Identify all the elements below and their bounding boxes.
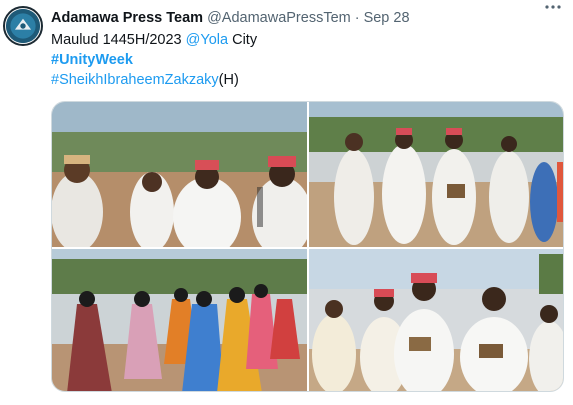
more-horizontal-icon[interactable] <box>543 0 563 17</box>
media-grid <box>51 101 564 392</box>
photo-4-image <box>309 249 563 391</box>
photo-1[interactable] <box>52 102 307 247</box>
tweet-line-2: #UnityWeek <box>51 50 551 70</box>
press-logo-icon <box>5 8 41 44</box>
separator-dot: · <box>354 10 360 26</box>
tweet-body-text: Maulud 1445H/2023 <box>51 32 186 48</box>
tweet-text: Maulud 1445H/2023 @Yola City #UnityWeek … <box>51 30 551 90</box>
photo-3[interactable] <box>52 249 307 391</box>
tweet-line-1: Maulud 1445H/2023 @Yola City <box>51 30 551 50</box>
tweet[interactable]: Adamawa Press Team @AdamawaPressTem · Se… <box>51 0 565 405</box>
hashtag-suffix: (H) <box>218 72 239 88</box>
photo-2[interactable] <box>309 102 563 247</box>
mention-yola[interactable]: @Yola <box>186 32 228 48</box>
photo-1-image <box>52 102 307 247</box>
tweet-body-suffix: City <box>228 32 258 48</box>
avatar[interactable] <box>3 6 43 46</box>
hashtag-sheikh[interactable]: #SheikhIbraheemZakzaky <box>51 72 219 88</box>
hashtag-unityweek[interactable]: #UnityWeek <box>51 52 133 68</box>
photo-3-image <box>52 249 307 391</box>
author-name[interactable]: Adamawa Press Team <box>51 10 203 26</box>
photo-2-image <box>309 102 563 247</box>
photo-4[interactable] <box>309 249 563 391</box>
author-handle[interactable]: @AdamawaPressTem <box>207 10 351 26</box>
tweet-line-3: #SheikhIbraheemZakzaky(H) <box>51 70 551 90</box>
tweet-header: Adamawa Press Team @AdamawaPressTem · Se… <box>51 9 565 27</box>
tweet-date[interactable]: Sep 28 <box>364 10 410 26</box>
